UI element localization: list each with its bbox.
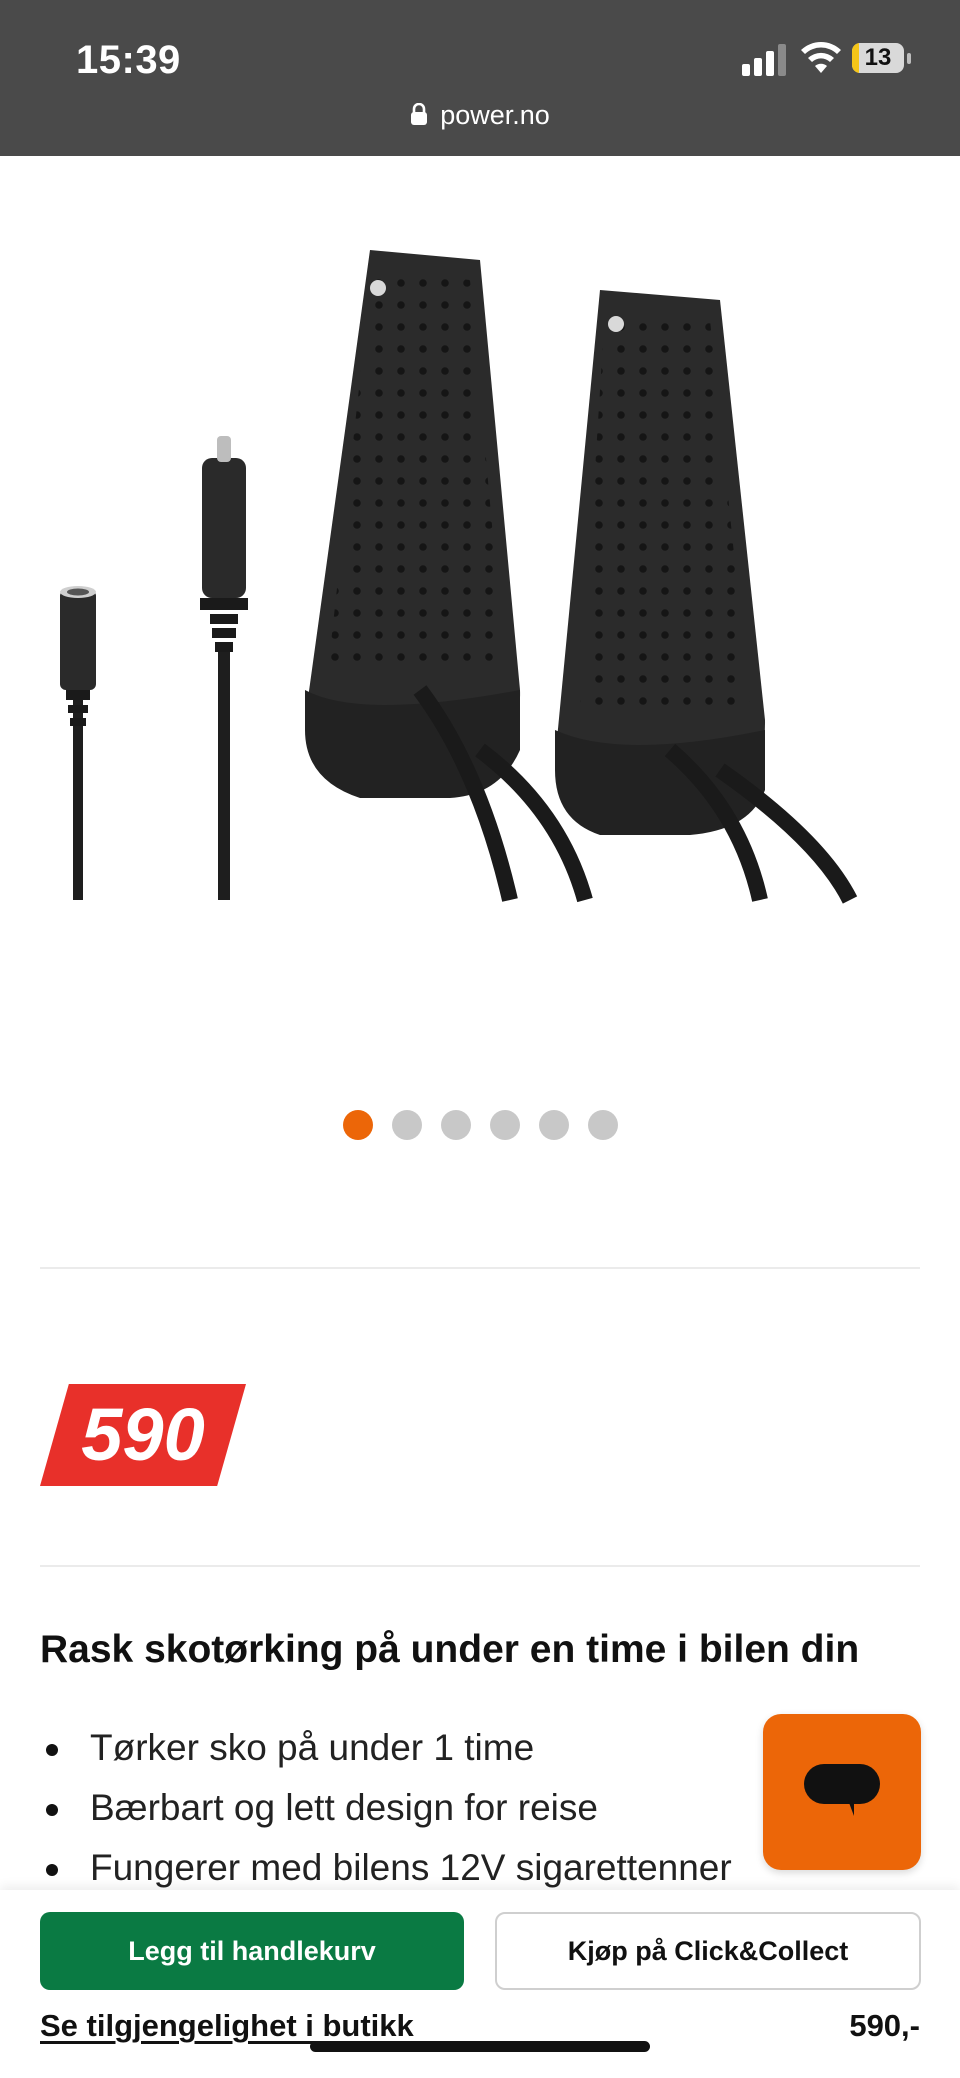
feature-item: Tørker sko på under 1 time — [40, 1718, 732, 1778]
lock-icon — [411, 102, 428, 125]
feature-list: Tørker sko på under 1 time Bærbart og le… — [40, 1718, 732, 1898]
bottom-price: 590,- — [849, 2008, 920, 2043]
price-tag-value: 590 — [81, 1393, 205, 1476]
carousel-dot[interactable] — [587, 1110, 618, 1140]
product-image[interactable] — [60, 250, 900, 950]
wifi-icon — [801, 42, 841, 73]
chat-button[interactable] — [763, 1714, 921, 1870]
carousel-dot-active[interactable] — [342, 1110, 373, 1140]
battery-icon: 13 — [852, 43, 912, 75]
divider — [40, 1565, 920, 1567]
shoe-dryer-right — [555, 290, 858, 904]
feature-item: Fungerer med bilens 12V sigarettenner — [40, 1838, 732, 1898]
status-time: 15:39 — [76, 38, 181, 82]
carousel-dot[interactable] — [440, 1110, 471, 1140]
carousel-dot[interactable] — [489, 1110, 520, 1140]
home-indicator — [310, 2041, 650, 2052]
chat-bubble-icon — [804, 1764, 880, 1816]
add-to-cart-button[interactable]: Legg til handlekurv — [40, 1912, 464, 1990]
socket-plug — [60, 586, 96, 900]
feature-item: Bærbart og lett design for reise — [40, 1778, 732, 1838]
cigarette-plug — [200, 436, 248, 900]
price-tag: 590 — [40, 1384, 246, 1486]
cellular-signal-icon — [742, 44, 786, 76]
url-text: power.no — [440, 100, 550, 130]
carousel-dot[interactable] — [391, 1110, 422, 1140]
address-bar[interactable]: power.no — [0, 100, 960, 131]
store-availability-link[interactable]: Se tilgjengelighet i butikk — [40, 2008, 414, 2044]
click-and-collect-button[interactable]: Kjøp på Click&Collect — [495, 1912, 921, 1990]
battery-level: 13 — [864, 44, 892, 71]
product-headline: Rask skotørking på under en time i bilen… — [40, 1628, 860, 1671]
shoe-dryer-left — [305, 250, 593, 903]
carousel-dot[interactable] — [538, 1110, 569, 1140]
status-bar: 15:39 13 power.no — [0, 0, 960, 156]
divider — [40, 1267, 920, 1269]
carousel-dots — [0, 1110, 960, 1140]
